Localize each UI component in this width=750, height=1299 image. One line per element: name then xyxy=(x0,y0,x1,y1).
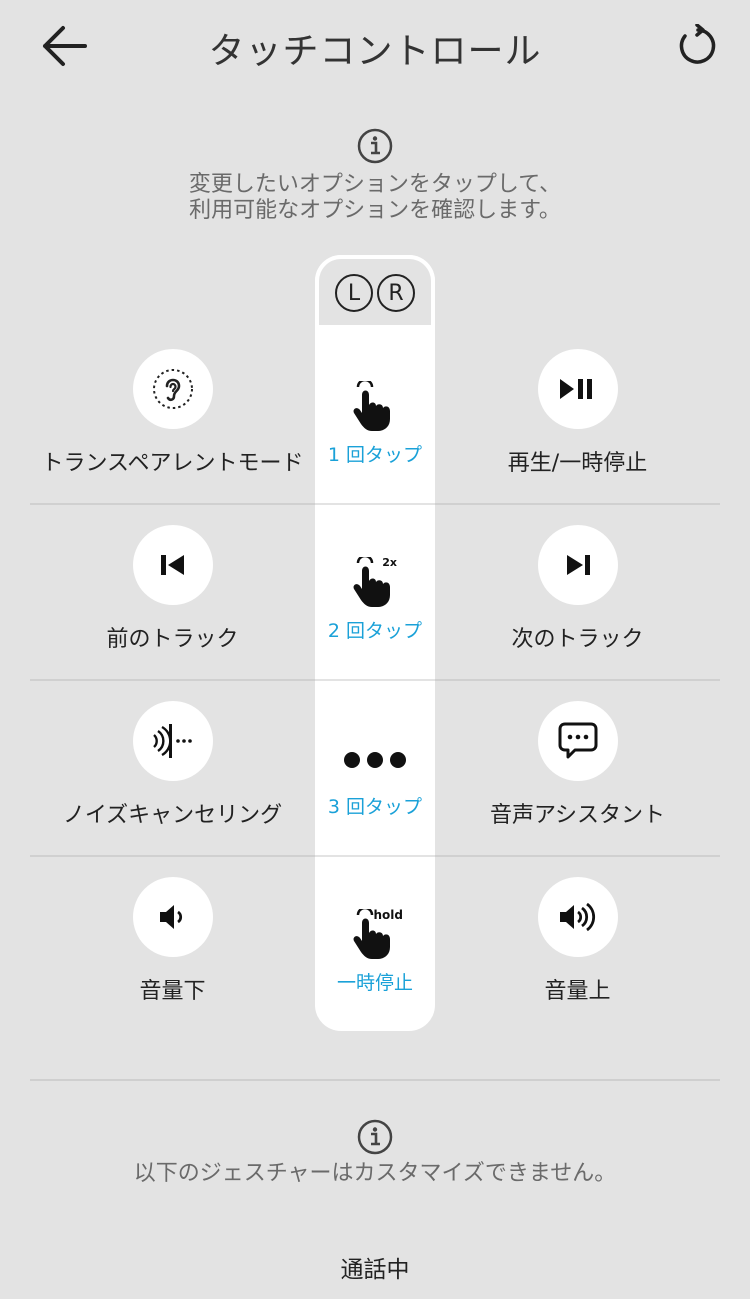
volume-down-icon xyxy=(159,905,182,929)
noise-cancel-icon xyxy=(152,724,192,758)
volume-up-icon xyxy=(559,902,595,932)
action-circle[interactable] xyxy=(132,525,213,605)
action-label: 次のトラック xyxy=(511,627,644,652)
action-left-row2[interactable]: 前のトラック xyxy=(30,525,315,653)
column-divider xyxy=(315,503,435,505)
action-circle[interactable] xyxy=(132,877,213,957)
column-divider xyxy=(315,855,435,857)
action-label: 前のトラック xyxy=(106,627,239,652)
action-label: 音量下 xyxy=(139,979,206,1004)
action-label: トランスペアレントモード xyxy=(41,451,304,476)
gesture-label: 一時停止 xyxy=(336,972,413,994)
action-label: 再生/一時停止 xyxy=(507,451,648,476)
action-label: 音量上 xyxy=(544,979,611,1004)
gesture-hold: hold 一時停止 xyxy=(315,908,435,995)
action-left-row3[interactable]: ノイズキャンセリング xyxy=(30,701,315,829)
action-circle[interactable] xyxy=(132,701,213,781)
action-left-row4[interactable]: 音量下 xyxy=(30,877,315,1005)
column-divider xyxy=(315,679,435,681)
single-tap-hand-icon xyxy=(353,381,390,431)
gesture-label: 2 回タップ xyxy=(327,620,423,642)
in-call-label: 通話中 xyxy=(340,1257,410,1283)
gesture-label: 1 回タップ xyxy=(327,444,423,466)
action-right-row1[interactable]: 再生/一時停止 xyxy=(435,349,720,477)
top-info-line1: 変更したいオプションをタップして、 xyxy=(188,172,562,197)
action-label: 音声アシスタント xyxy=(489,803,666,828)
page-title: タッチコントロール xyxy=(208,31,542,72)
action-right-row4[interactable]: 音量上 xyxy=(435,877,720,1005)
action-circle[interactable] xyxy=(537,349,618,429)
triple-dots-icon xyxy=(344,752,406,768)
app-header: タッチコントロール xyxy=(0,0,750,90)
refresh-icon xyxy=(679,24,716,64)
next-track-icon xyxy=(566,555,590,575)
gesture-badge: hold xyxy=(373,908,404,922)
play-pause-icon xyxy=(559,379,592,399)
gesture-single-tap: 1 回タップ xyxy=(315,380,435,467)
action-right-row2[interactable]: 次のトラック xyxy=(435,525,720,653)
bottom-info-text: 以下のジェスチャーはカスタマイズできません。 xyxy=(133,1161,617,1186)
info-icon xyxy=(357,128,393,164)
right-earbud-badge: R xyxy=(377,274,415,312)
info-icon xyxy=(357,1119,393,1155)
action-circle[interactable] xyxy=(537,701,618,781)
action-right-row3[interactable]: 音声アシスタント xyxy=(435,701,720,829)
previous-track-icon xyxy=(160,555,184,575)
gesture-double-tap: 2x 2 回タップ xyxy=(315,556,435,643)
action-circle[interactable] xyxy=(132,349,213,429)
chat-bubble-icon xyxy=(558,722,597,759)
gesture-badge: 2x xyxy=(382,556,397,569)
action-circle[interactable] xyxy=(537,877,618,957)
bottom-info: 以下のジェスチャーはカスタマイズできません。 xyxy=(0,1119,750,1187)
action-left-row1[interactable]: トランスペアレントモード xyxy=(30,349,315,477)
lr-header: L R xyxy=(315,255,435,325)
gesture-label: 3 回タップ xyxy=(327,796,423,818)
ear-icon xyxy=(152,369,193,409)
action-circle[interactable] xyxy=(537,525,618,605)
action-label: ノイズキャンセリング xyxy=(62,803,283,828)
gesture-triple-tap: 3 回タップ xyxy=(315,732,435,819)
reset-button[interactable] xyxy=(672,20,724,72)
section-divider xyxy=(30,1079,720,1081)
left-earbud-badge: L xyxy=(335,274,373,312)
top-info-line2: 利用可能なオプションを確認します。 xyxy=(189,198,561,223)
top-info: 変更したいオプションをタップして、 利用可能なオプションを確認します。 xyxy=(0,128,750,224)
